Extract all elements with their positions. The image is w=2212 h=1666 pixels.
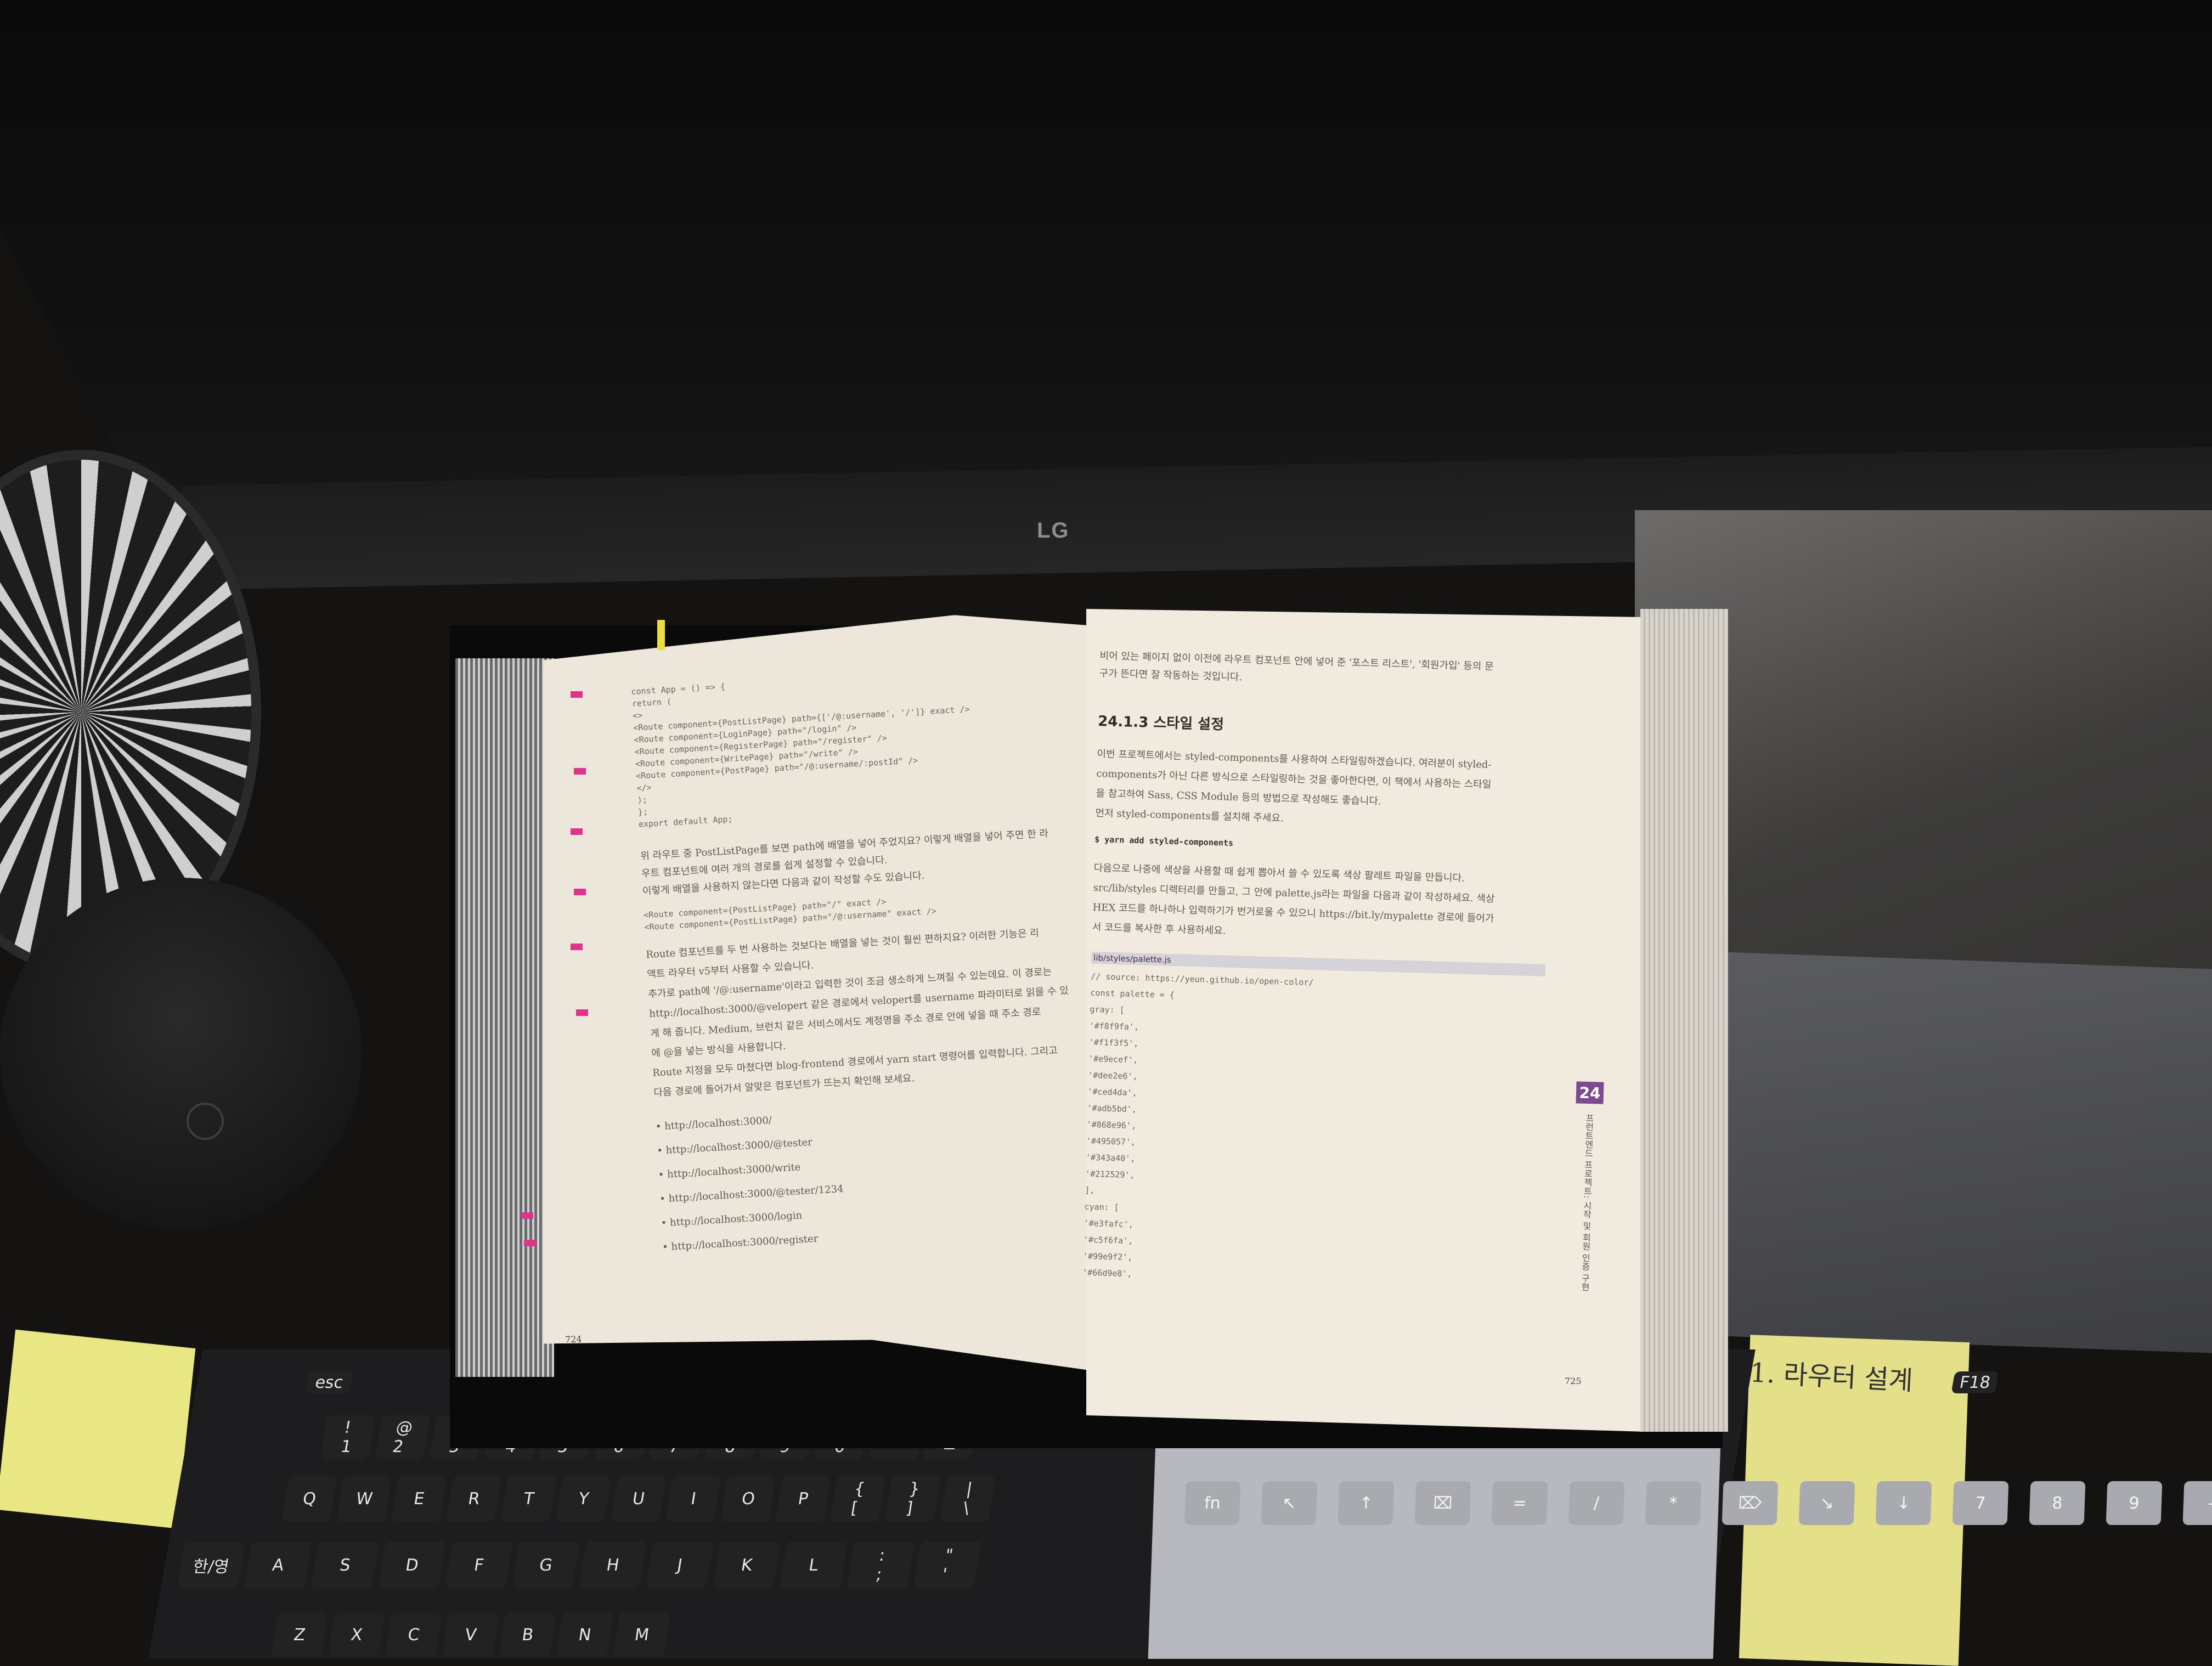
pink-tab — [576, 1009, 588, 1016]
pink-tab — [574, 889, 586, 895]
section-heading: 24.1.3 스타일 설정 — [1097, 713, 1224, 733]
keyboard-key[interactable]: = — [1491, 1481, 1548, 1525]
keyboard-key[interactable]: S — [311, 1541, 379, 1589]
pink-tab — [571, 828, 583, 835]
keyboard-key[interactable]: @ 2 — [374, 1415, 431, 1459]
left-page-url-list: • http://localhost:3000/• http://localho… — [655, 1092, 1082, 1260]
pink-tab — [571, 691, 583, 698]
keyboard-key[interactable]: esc — [305, 1371, 353, 1393]
keyboard-key[interactable]: F — [445, 1541, 513, 1589]
pink-tab — [574, 768, 586, 775]
keyboard-key[interactable]: X — [328, 1613, 385, 1657]
keyboard-key[interactable]: / — [1568, 1481, 1625, 1525]
keyboard-key[interactable]: B — [499, 1613, 556, 1657]
keyboard-key[interactable]: 7 — [1952, 1481, 2009, 1525]
keyboard-key[interactable]: R — [446, 1476, 502, 1522]
keyboard-key[interactable]: Y — [556, 1476, 612, 1522]
keyboard-key[interactable]: D — [378, 1541, 446, 1589]
pink-tab — [524, 1240, 536, 1246]
sticky-note-left — [0, 1329, 196, 1529]
pink-tab — [521, 1212, 533, 1219]
keyboard-key[interactable]: - — [2182, 1481, 2212, 1525]
keyboard-numpad — [1148, 1426, 1722, 1659]
keyboard-key[interactable]: 9 — [2106, 1481, 2163, 1525]
right-page-paragraph-2: 다음으로 나중에 색상을 사용할 때 쉽게 뽑아서 쓸 수 있도록 색상 팔레트… — [1092, 859, 1548, 950]
keyboard-key[interactable]: U — [611, 1476, 667, 1522]
chapter-number-tab: 24 — [1576, 1081, 1604, 1104]
keyboard-key[interactable]: ↑ — [1338, 1481, 1395, 1525]
keyboard-key[interactable]: O — [720, 1476, 776, 1522]
fan-power-icon — [187, 1103, 224, 1140]
keyboard-key[interactable]: ! 1 — [319, 1415, 376, 1459]
keyboard-key[interactable]: G — [512, 1541, 580, 1589]
keyboard-key[interactable]: F18 — [1951, 1371, 1999, 1393]
right-page-content: 비어 있는 페이지 없이 이전에 라우트 컴포넌트 안에 넣어 준 '포스트 리… — [1082, 647, 1554, 1294]
left-page-content: const App = () => { return ( <> <Route c… — [631, 662, 1082, 1260]
keyboard-key[interactable]: J — [646, 1541, 714, 1589]
pink-tab — [571, 944, 583, 950]
keyboard-key[interactable]: ↓ — [1875, 1481, 1932, 1525]
keyboard-key[interactable]: 8 — [2029, 1481, 2086, 1525]
keyboard-key[interactable]: V — [442, 1613, 499, 1657]
right-page-number: 725 — [1565, 1376, 1582, 1386]
left-page-code: const App = () => { return ( <> <Route c… — [631, 662, 1058, 830]
keyboard-key[interactable]: K — [713, 1541, 781, 1589]
closed-laptop — [1690, 951, 2212, 1353]
monitor-logo: LG — [1037, 518, 1070, 543]
keyboard-key[interactable]: E — [391, 1476, 447, 1522]
keyboard-key[interactable]: | \ — [940, 1476, 996, 1522]
book-right-page-edges — [1640, 609, 1728, 1432]
keyboard-key[interactable]: 한/영 — [177, 1541, 245, 1589]
keyboard-key[interactable]: Z — [271, 1613, 328, 1657]
keyboard-key[interactable]: W — [336, 1476, 392, 1522]
keyboard-key[interactable]: ⌧ — [1414, 1481, 1471, 1525]
keyboard-key[interactable]: P — [775, 1476, 831, 1522]
keyboard-key[interactable]: : ; — [847, 1541, 915, 1589]
keyboard-key[interactable]: T — [501, 1476, 557, 1522]
install-command: $ yarn add styled-components — [1094, 834, 1234, 848]
keyboard-key[interactable]: } ] — [885, 1476, 941, 1522]
keyboard-key[interactable]: H — [579, 1541, 647, 1589]
keyboard-key[interactable]: N — [556, 1613, 613, 1657]
keyboard-key[interactable]: M — [613, 1613, 670, 1657]
keyboard-key[interactable]: ↘ — [1798, 1481, 1855, 1525]
fan-base — [0, 878, 362, 1229]
keyboard-key[interactable]: ↖ — [1261, 1481, 1318, 1525]
keyboard-key[interactable]: L — [780, 1541, 848, 1589]
right-page-paragraph-1: 이번 프로젝트에서는 styled-components를 사용하여 스타일링하… — [1095, 744, 1551, 836]
keyboard-key[interactable]: fn — [1184, 1481, 1241, 1525]
keyboard-key[interactable]: C — [385, 1613, 442, 1657]
book-left-page-edges — [455, 658, 554, 1377]
yellow-bookmark-tab — [657, 620, 665, 650]
left-page-paragraph-2: Route 컴포넌트를 두 번 사용하는 것보다는 배열을 넣는 것이 훨씬 편… — [645, 922, 1073, 1103]
keyboard-key[interactable]: { [ — [830, 1476, 886, 1522]
keyboard-key[interactable]: I — [665, 1476, 721, 1522]
keyboard-key[interactable]: ⌦ — [1722, 1481, 1779, 1525]
keyboard-key[interactable]: * — [1645, 1481, 1702, 1525]
keyboard-key[interactable]: Q — [281, 1476, 337, 1522]
right-page-code: // source: https://yeun.github.io/open-c… — [1082, 968, 1545, 1294]
left-page-number: 724 — [565, 1334, 582, 1345]
keyboard-key[interactable]: " ' — [913, 1541, 981, 1589]
keyboard-key[interactable]: A — [244, 1541, 312, 1589]
